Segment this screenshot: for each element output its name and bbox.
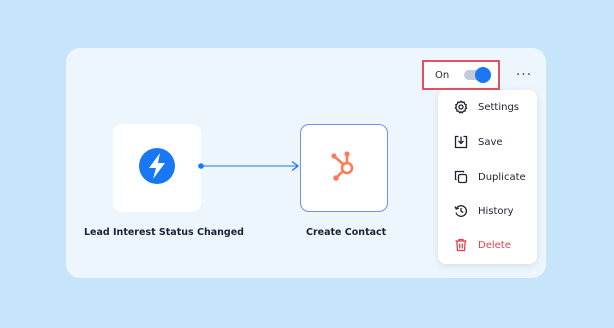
action-node-label: Create Contact: [306, 227, 387, 238]
more-options-button[interactable]: ···: [509, 62, 539, 88]
toggle-switch[interactable]: [464, 67, 492, 83]
more-horizontal-icon: ···: [515, 67, 533, 83]
toggle-knob: [475, 67, 492, 83]
lightning-bolt-icon: [138, 147, 176, 189]
trigger-node-label: Lead Interest Status Changed: [84, 227, 244, 238]
menu-item-label: Settings: [478, 101, 520, 113]
connector-arrow: [198, 160, 300, 172]
history-icon: [454, 204, 468, 218]
menu-item-label: Save: [478, 136, 503, 148]
menu-item-duplicate[interactable]: Duplicate: [438, 166, 537, 188]
trash-icon: [454, 238, 468, 252]
action-node[interactable]: [300, 124, 388, 212]
save-icon: [454, 135, 468, 149]
gear-icon: [454, 100, 468, 114]
menu-item-settings[interactable]: Settings: [438, 96, 537, 118]
workflow-on-toggle[interactable]: On: [422, 60, 500, 90]
options-menu: Settings Save Duplicate History Delete: [438, 90, 537, 264]
menu-item-history[interactable]: History: [438, 200, 537, 222]
duplicate-icon: [454, 170, 468, 184]
trigger-node[interactable]: [113, 124, 201, 212]
menu-item-save[interactable]: Save: [438, 131, 537, 153]
menu-item-label: Delete: [478, 239, 511, 251]
menu-item-label: Duplicate: [478, 171, 526, 183]
menu-item-label: History: [478, 205, 514, 217]
toggle-label: On: [435, 69, 450, 81]
menu-item-delete[interactable]: Delete: [438, 234, 537, 256]
hubspot-icon: [327, 149, 361, 187]
